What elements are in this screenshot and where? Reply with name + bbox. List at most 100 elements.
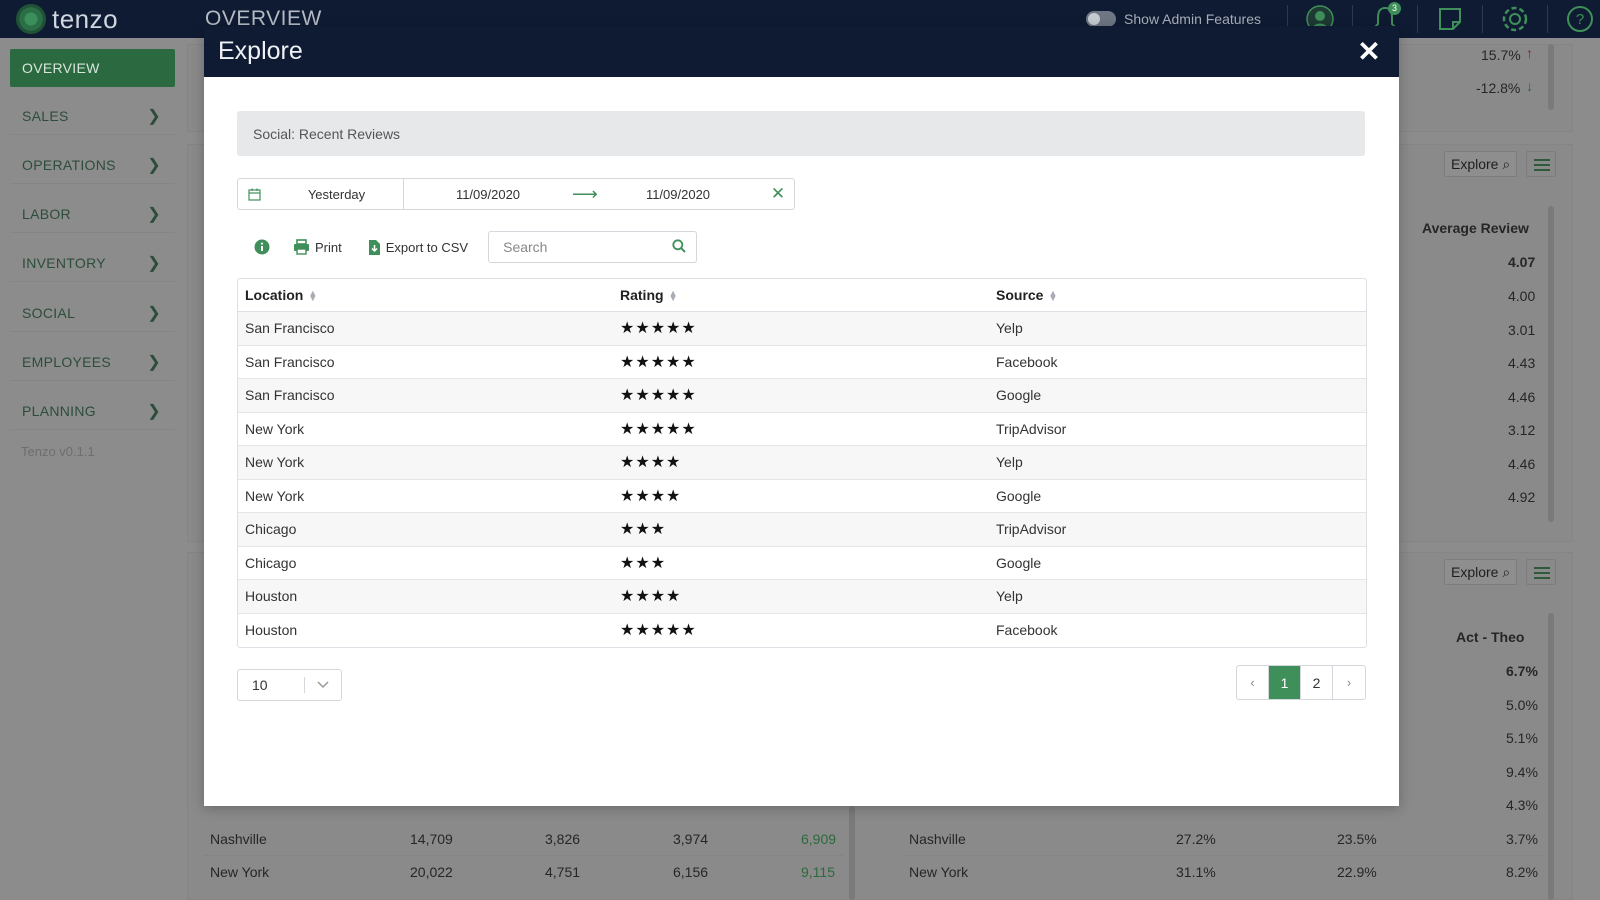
admin-features-label: Show Admin Features: [1124, 11, 1261, 27]
menu-icon: [1526, 559, 1556, 585]
bg-scrollbar: [1548, 44, 1554, 110]
bg-scrollbar: [849, 806, 855, 900]
chevron-right-icon: ❯: [147, 156, 161, 174]
modal-title: Explore: [218, 37, 303, 65]
bg-cell: 3,974: [673, 831, 709, 847]
table-row: San Francisco ★★★★★ Yelp: [238, 312, 1366, 346]
search-box[interactable]: [488, 231, 698, 263]
next-page-button[interactable]: ›: [1333, 666, 1365, 699]
chevron-right-icon: ❯: [147, 205, 161, 223]
export-csv-button[interactable]: Export to CSV: [362, 231, 474, 263]
bg-cell: New York: [909, 864, 969, 880]
cell-location: Chicago: [245, 521, 297, 538]
start-date-input[interactable]: 11/09/2020: [404, 187, 572, 202]
bg-value: 4.46: [1508, 456, 1536, 472]
sidebar-item-overview[interactable]: OVERVIEW: [10, 49, 175, 87]
table-row: New York ★★★★ Google: [238, 480, 1366, 513]
sidebar-item-planning[interactable]: PLANNING ❯: [10, 392, 175, 430]
sort-icon: ▲ ▼: [308, 288, 318, 304]
arrow-up-icon: ↑: [1526, 45, 1533, 61]
subtitle-text: Social: Recent Reviews: [253, 125, 401, 142]
close-icon[interactable]: ✕: [1355, 35, 1383, 68]
print-button[interactable]: Print: [287, 231, 348, 263]
info-icon[interactable]: [237, 239, 287, 255]
cell-rating: ★★★: [620, 521, 667, 539]
date-preset-select[interactable]: Yesterday: [270, 179, 404, 209]
cell-source: Facebook: [996, 353, 1058, 370]
chevron-right-icon: ❯: [147, 254, 161, 272]
divider: [1547, 5, 1548, 33]
table-row: Houston ★★★★ Yelp: [238, 580, 1366, 614]
search-input[interactable]: [503, 239, 664, 255]
page-button-1[interactable]: 1: [1269, 666, 1301, 699]
table-header: Location ▲ ▼ Rating ▲ ▼ Source ▲ ▼: [238, 279, 1366, 312]
bg-value: 9.4%: [1506, 764, 1538, 780]
sidebar-item-label: OVERVIEW: [22, 60, 100, 76]
sort-icon: ▲ ▼: [668, 288, 678, 304]
bg-cell: Nashville: [210, 831, 267, 847]
search-icon: ⌕: [1502, 155, 1511, 172]
sidebar-item-operations[interactable]: OPERATIONS ❯: [10, 146, 175, 184]
calendar-icon[interactable]: [238, 188, 270, 201]
cell-location: San Francisco: [245, 387, 335, 404]
date-range-picker[interactable]: Yesterday 11/09/2020 ⟶ 11/09/2020 ✕: [237, 178, 795, 210]
clear-dates-icon[interactable]: ✕: [762, 184, 794, 204]
bg-explore-button: Explore ⌕: [1444, 151, 1518, 177]
sidebar-item-label: OPERATIONS: [22, 156, 116, 173]
prev-page-button[interactable]: ‹: [1237, 666, 1269, 699]
cell-rating: ★★★★: [620, 487, 682, 505]
bg-cell: 23.5%: [1337, 831, 1377, 847]
bg-cell: 20,022: [410, 864, 453, 880]
sidebar-item-label: EMPLOYEES: [22, 353, 112, 370]
bg-value: 4.3%: [1506, 797, 1538, 813]
table-row: Chicago ★★★ TripAdvisor: [238, 513, 1366, 547]
explore-modal: Explore ✕ Social: Recent Reviews Yesterd…: [204, 26, 1399, 806]
bg-scrollbar: [1548, 206, 1554, 522]
bg-cell: 4,751: [545, 864, 581, 880]
bg-cell: New York: [210, 864, 270, 880]
search-icon[interactable]: [672, 238, 686, 256]
chevron-down-icon[interactable]: [305, 681, 341, 689]
table-toolbar: Print Export to CSV: [237, 231, 698, 263]
sidebar-item-label: SALES: [22, 107, 69, 124]
sidebar-item-social[interactable]: SOCIAL ❯: [10, 294, 175, 332]
cell-rating: ★★★★: [620, 588, 682, 606]
cell-source: TripAdvisor: [996, 521, 1067, 538]
admin-features-toggle[interactable]: [1086, 11, 1117, 27]
cell-location: New York: [245, 420, 305, 437]
cell-source: TripAdvisor: [996, 420, 1067, 437]
column-header-location[interactable]: Location ▲ ▼: [238, 287, 613, 303]
page-button-2[interactable]: 2: [1301, 666, 1333, 699]
note-icon[interactable]: [1430, 0, 1470, 38]
page-size-select[interactable]: 10: [237, 669, 342, 701]
modal-subtitle: Social: Recent Reviews: [237, 111, 1365, 156]
sidebar-item-inventory[interactable]: INVENTORY ❯: [10, 244, 175, 282]
end-date-input[interactable]: 11/09/2020: [594, 187, 762, 202]
logo[interactable]: tenzo: [16, 4, 186, 35]
bg-cell: 31.1%: [1176, 864, 1216, 880]
bg-cell: Nashville: [909, 831, 966, 847]
bg-cell: 22.9%: [1337, 864, 1377, 880]
print-label: Print: [315, 239, 342, 255]
bg-cell: 6,909: [801, 831, 837, 847]
divider: [1417, 5, 1418, 33]
bg-cell: 3,826: [545, 831, 581, 847]
cell-rating: ★★★★★: [620, 353, 697, 371]
sidebar-item-sales[interactable]: SALES ❯: [10, 97, 175, 135]
settings-icon[interactable]: [1495, 0, 1535, 38]
column-header-source[interactable]: Source ▲ ▼: [989, 287, 1366, 303]
sidebar-item-labor[interactable]: LABOR ❯: [10, 195, 175, 233]
bg-cell: 14,709: [410, 831, 453, 847]
svg-text:?: ?: [1576, 11, 1584, 28]
cell-rating: ★★★★★: [620, 420, 697, 438]
sidebar-item-employees[interactable]: EMPLOYEES ❯: [10, 343, 175, 381]
bg-value: 4.00: [1508, 288, 1536, 304]
sidebar-item-label: PLANNING: [22, 402, 96, 419]
column-header-rating[interactable]: Rating ▲ ▼: [613, 287, 989, 303]
cell-location: Chicago: [245, 554, 297, 571]
help-icon[interactable]: ?: [1560, 0, 1600, 38]
cell-rating: ★★★★★: [620, 622, 697, 640]
printer-icon: [294, 239, 309, 255]
bg-value: 4.43: [1508, 355, 1536, 371]
bg-cell: 6,156: [673, 864, 709, 880]
